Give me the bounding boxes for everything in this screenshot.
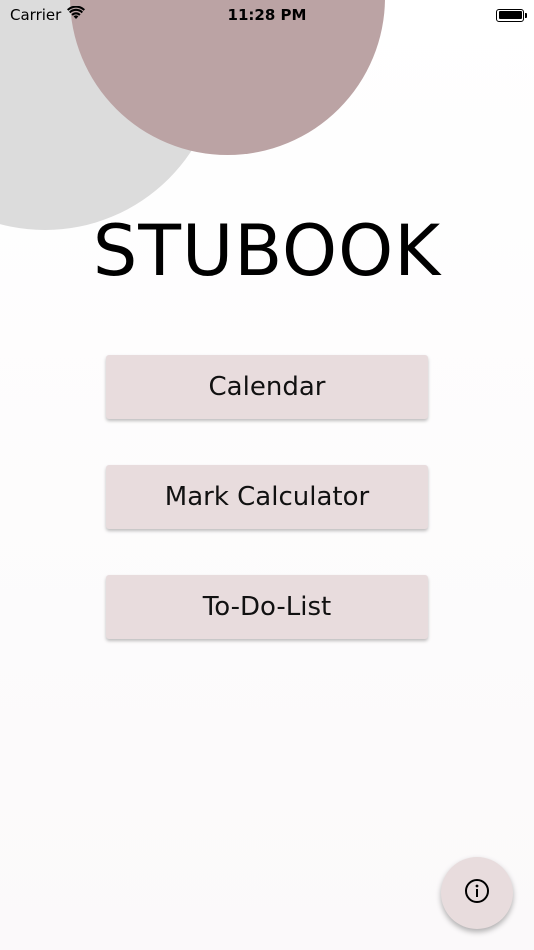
battery-icon xyxy=(496,8,527,22)
calendar-button[interactable]: Calendar xyxy=(106,355,428,419)
status-time: 11:28 PM xyxy=(227,6,307,24)
app-title: STUBOOK xyxy=(92,210,442,292)
status-bar: Carrier 11:28 PM xyxy=(0,0,534,30)
info-icon xyxy=(464,878,490,908)
battery-level xyxy=(498,11,522,19)
mark-calculator-button[interactable]: Mark Calculator xyxy=(106,465,428,529)
home-screen: Carrier 11:28 PM STUBOOK Calendar Mark C… xyxy=(0,0,534,950)
info-button[interactable] xyxy=(441,857,513,929)
todo-list-button[interactable]: To-Do-List xyxy=(106,575,428,639)
